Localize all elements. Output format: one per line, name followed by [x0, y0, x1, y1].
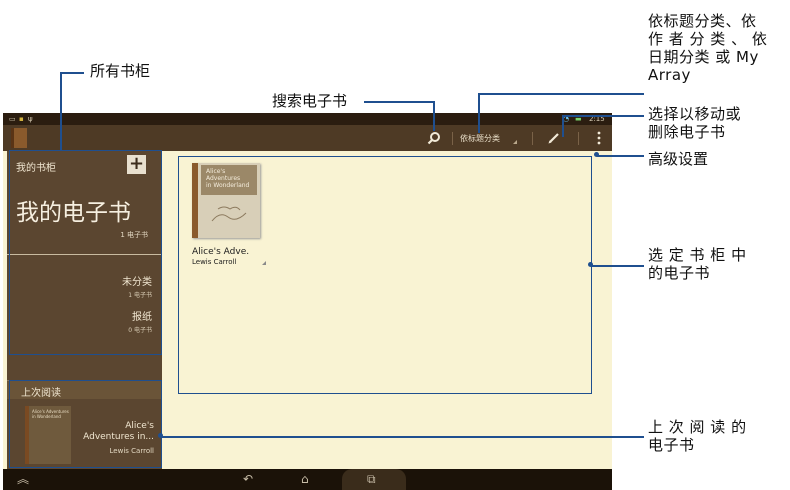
callout-frame-last-read — [9, 380, 162, 468]
callout-text-line: 上 次 阅 读 的 — [648, 418, 747, 436]
callout-frame-shelf-books — [178, 156, 592, 394]
app-logo-icon[interactable] — [11, 128, 27, 148]
callout-line — [597, 155, 644, 157]
callout-line — [591, 265, 644, 267]
callout-label-sort: 依标题分类、依 作 者 分 类 、 依 日期分类 或 My Array — [648, 12, 788, 84]
callout-label-advanced: 高级设置 — [648, 150, 709, 168]
callout-line — [478, 93, 644, 95]
callout-line — [478, 93, 480, 133]
callout-text-line: 作 者 分 类 、 依 — [648, 30, 768, 48]
edit-pencil-icon[interactable] — [547, 131, 561, 145]
callout-line — [364, 101, 434, 103]
overflow-menu-icon[interactable] — [597, 131, 601, 145]
notification-icon: ▪ — [19, 115, 24, 123]
navigation-bar: ︽ ↶ ⌂ ⧉ — [3, 469, 612, 490]
callout-line — [60, 72, 84, 74]
callout-line — [161, 436, 644, 438]
action-separator — [578, 132, 579, 145]
callout-text-line: 电子书 — [648, 436, 695, 454]
callout-text-line: 的电子书 — [648, 264, 711, 282]
callout-text-line: 选择以移动或 — [648, 105, 742, 123]
usb-icon: ψ — [28, 115, 33, 123]
recent-apps-icon[interactable]: ⧉ — [367, 473, 376, 486]
callout-line — [433, 101, 435, 131]
action-separator — [452, 132, 453, 145]
search-icon[interactable] — [427, 131, 441, 145]
callout-label-shelf-books: 选 定 书 柜 中 的电子书 — [648, 246, 788, 282]
callout-line — [562, 115, 564, 137]
callout-frame-all-shelves — [9, 150, 162, 355]
action-separator — [532, 132, 533, 145]
callout-label-all-shelves: 所有书柜 — [90, 62, 151, 80]
callout-text-line: 选 定 书 柜 中 — [648, 246, 747, 264]
callout-label-last-read: 上 次 阅 读 的 电子书 — [648, 418, 788, 454]
callout-text-line: Array — [648, 66, 691, 84]
action-bar: 依标题分类 — [3, 125, 612, 151]
home-icon[interactable]: ⌂ — [301, 473, 309, 486]
callout-label-select: 选择以移动或 删除电子书 — [648, 105, 788, 141]
callout-line — [60, 72, 62, 150]
callout-label-search: 搜索电子书 — [272, 92, 348, 110]
callout-line — [562, 115, 644, 117]
callout-text-line: 依标题分类、依 — [648, 12, 757, 30]
callout-text-line: 日期分类 或 My — [648, 48, 759, 66]
sort-dropdown[interactable]: 依标题分类 — [460, 133, 500, 144]
back-icon[interactable]: ↶ — [243, 473, 253, 486]
status-bar: ▭ ▪ ψ ◔ ▬ 2:15 — [3, 113, 612, 125]
screenshot-icon: ▭ — [9, 115, 16, 123]
dropdown-arrow-icon — [513, 140, 517, 144]
callout-text-line: 删除电子书 — [648, 123, 726, 141]
chevron-up-icon[interactable]: ︽ — [17, 473, 29, 486]
